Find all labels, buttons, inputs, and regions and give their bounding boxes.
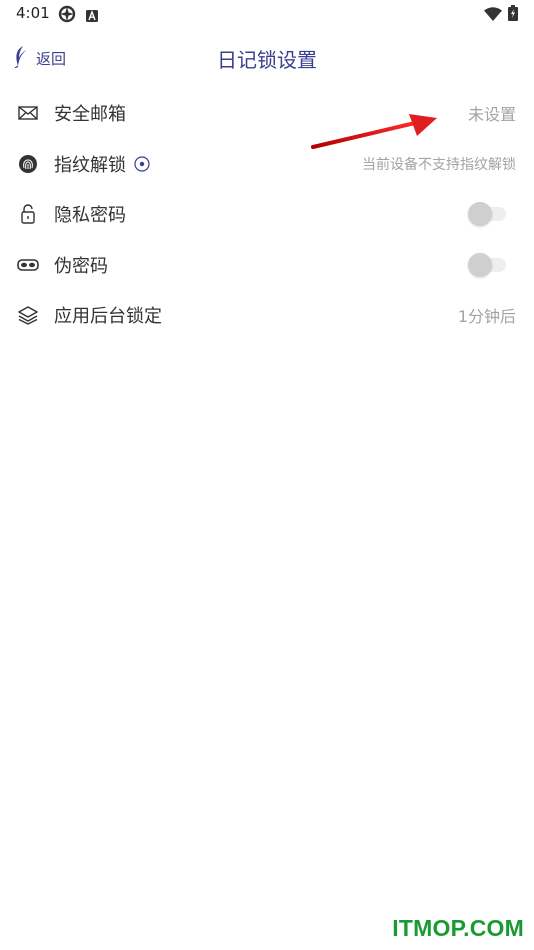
toggle-knob xyxy=(468,252,492,277)
layers-icon xyxy=(16,303,40,327)
red-arrow-annotation xyxy=(311,114,437,149)
setting-row-fingerprint[interactable]: 指纹解锁 当前设备不支持指纹解锁 xyxy=(0,139,534,190)
battery-charging-icon xyxy=(508,5,518,25)
info-circle-icon[interactable] xyxy=(134,156,150,172)
setting-value: 当前设备不支持指纹解锁 xyxy=(362,156,516,173)
watermark: ITMOP.COM xyxy=(392,915,524,941)
setting-label: 安全邮箱 xyxy=(54,104,126,126)
toggle-knob xyxy=(468,202,492,227)
settings-shield-icon xyxy=(58,5,76,27)
lock-icon xyxy=(16,202,40,226)
setting-label: 隐私密码 xyxy=(54,205,126,227)
setting-row-background-lock[interactable]: 应用后台锁定 1分钟后 xyxy=(0,290,534,341)
setting-row-privacy-password[interactable]: 隐私密码 xyxy=(0,189,534,240)
nav-bar: 返回 日记锁设置 xyxy=(0,36,534,80)
setting-label: 伪密码 xyxy=(54,255,108,277)
status-time: 4:01 xyxy=(16,4,50,22)
envelope-icon xyxy=(16,101,40,125)
setting-row-security-email[interactable]: 安全邮箱 未设置 xyxy=(0,88,534,139)
setting-value: 未设置 xyxy=(467,105,516,125)
setting-value: 1分钟后 xyxy=(457,307,516,327)
privacy-password-toggle[interactable] xyxy=(468,202,506,227)
setting-label: 应用后台锁定 xyxy=(54,306,162,328)
status-bar: 4:01 xyxy=(0,0,534,28)
setting-label: 指纹解锁 xyxy=(54,154,126,176)
wifi-icon xyxy=(484,6,502,25)
fingerprint-icon xyxy=(16,152,40,176)
settings-list: 安全邮箱 未设置 指纹解锁 当前设备不支持指纹解锁 隐私密码 伪密码 应用后台锁… xyxy=(0,88,534,341)
page-title: 日记锁设置 xyxy=(217,48,317,72)
a-badge-icon xyxy=(86,7,98,26)
mask-icon xyxy=(16,253,40,277)
setting-row-fake-password[interactable]: 伪密码 xyxy=(0,240,534,291)
fake-password-toggle[interactable] xyxy=(468,252,506,277)
